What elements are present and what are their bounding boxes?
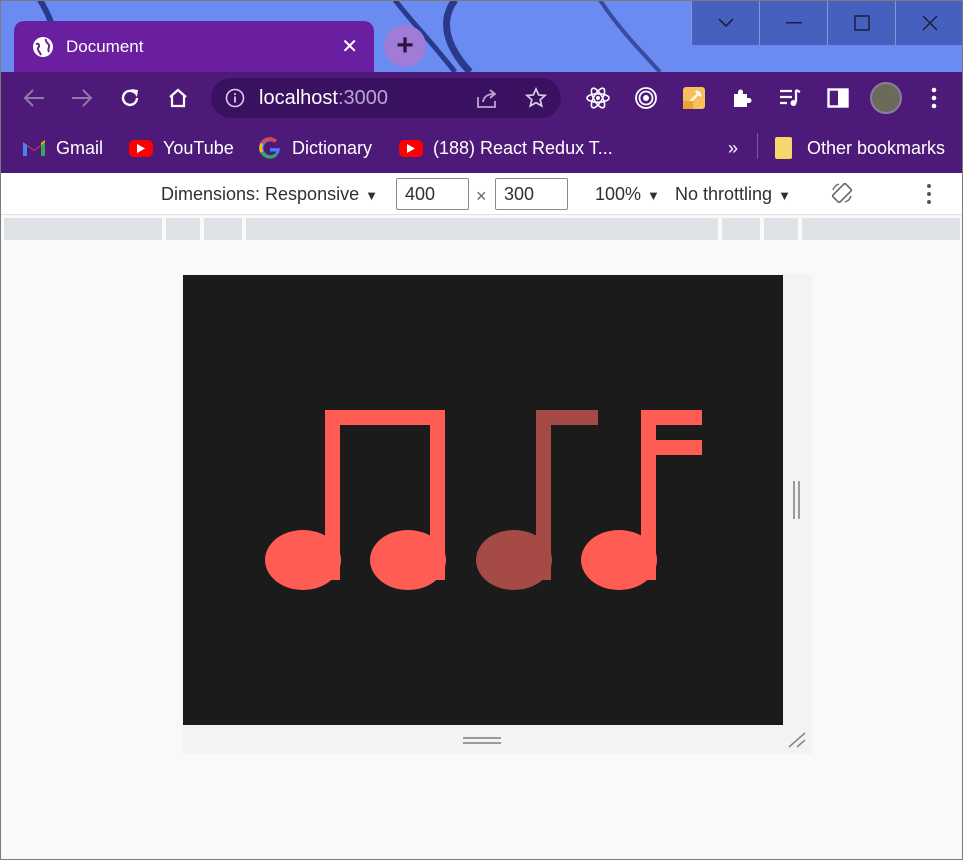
globe-icon (33, 36, 53, 57)
sticky-note-icon (683, 86, 705, 109)
dropdown-arrow-icon: ▼ (365, 188, 378, 203)
tab-document[interactable]: Document ✕ (14, 21, 374, 72)
right-resize-handle[interactable] (793, 481, 801, 519)
browser-toolbar: localhost:3000 (0, 72, 963, 123)
window-controls (691, 0, 963, 45)
corner-resize-handle[interactable] (787, 731, 807, 749)
page-viewport (183, 275, 783, 725)
device-toolbar-menu-button[interactable] (926, 183, 932, 211)
bookmark-react-redux[interactable]: (188) React Redux T... (399, 128, 613, 168)
eighth-note-dim (476, 410, 598, 590)
ruler-segment[interactable] (204, 218, 242, 240)
maximize-icon (853, 14, 870, 31)
ruler-segment[interactable] (4, 218, 162, 240)
zoom-dropdown[interactable]: 100% ▼ (595, 184, 660, 205)
side-panel-button[interactable] (814, 78, 862, 118)
tab-title: Document (66, 36, 144, 56)
minimize-button[interactable] (759, 0, 827, 45)
url-port: :3000 (337, 86, 388, 109)
maximize-button[interactable] (827, 0, 895, 45)
kebab-menu-icon (931, 87, 937, 108)
target-extension[interactable] (622, 78, 670, 118)
ruler-segment[interactable] (722, 218, 760, 240)
device-toolbar: Dimensions: Responsive ▼ × 100% ▼ No throt… (0, 173, 963, 215)
times-sign: × (476, 186, 487, 206)
ruler-segment[interactable] (246, 218, 718, 240)
home-button[interactable] (154, 78, 202, 118)
close-icon (921, 14, 938, 31)
puzzle-icon (734, 89, 752, 107)
gmail-icon (23, 140, 45, 156)
forward-button[interactable] (58, 78, 106, 118)
bookmarks-divider (757, 133, 758, 159)
tab-search-button[interactable] (691, 0, 759, 45)
url-host: localhost (259, 86, 338, 109)
bookmark-gmail[interactable]: Gmail (22, 128, 103, 168)
react-devtools-extension[interactable] (574, 78, 622, 118)
bookmarks-overflow-button[interactable]: » (728, 128, 738, 168)
react-icon (586, 86, 610, 109)
dimensions-label: Dimensions: Responsive (161, 184, 360, 204)
share-icon[interactable] (475, 87, 499, 109)
bookmark-label: (188) React Redux T... (433, 137, 613, 158)
back-button[interactable] (10, 78, 58, 118)
media-controls-button[interactable] (766, 78, 814, 118)
tab-close-button[interactable]: ✕ (341, 34, 358, 59)
close-window-button[interactable] (895, 0, 963, 45)
youtube-icon (129, 139, 153, 157)
reload-icon (121, 88, 139, 106)
bookmark-label: Dictionary (292, 137, 373, 158)
bookmarks-bar: Gmail YouTube Dictionary (188) React Red… (0, 123, 963, 173)
profile-button[interactable] (862, 78, 910, 118)
new-tab-button[interactable]: + (384, 25, 426, 67)
address-bar[interactable]: localhost:3000 (211, 78, 561, 118)
info-icon[interactable] (225, 88, 245, 108)
media-query-ruler (4, 218, 960, 240)
arrow-right-icon (72, 88, 93, 107)
throttling-dropdown[interactable]: No throttling ▼ (675, 184, 791, 205)
bookmark-label: Gmail (56, 137, 104, 158)
avatar (870, 81, 902, 114)
bookmark-other-folder[interactable]: Other bookmarks (775, 128, 945, 168)
target-icon (635, 86, 657, 109)
google-icon (259, 137, 280, 159)
bookmark-youtube[interactable]: YouTube (129, 128, 234, 168)
ruler-segment[interactable] (166, 218, 200, 240)
bookmark-label: YouTube (163, 137, 234, 158)
width-input[interactable] (396, 178, 469, 210)
chevron-double-right-icon: » (728, 137, 739, 158)
ruler-segment[interactable] (764, 218, 798, 240)
dropdown-arrow-icon: ▼ (647, 188, 660, 203)
extensions-button[interactable] (718, 78, 766, 118)
home-icon (169, 88, 187, 107)
reload-button[interactable] (106, 78, 154, 118)
beamed-eighth-notes (265, 410, 446, 590)
bookmark-label: Other bookmarks (807, 137, 946, 158)
rotate-button[interactable] (830, 181, 854, 210)
sixteenth-note (581, 410, 702, 590)
zoom-label: 100% (595, 184, 642, 204)
chevron-down-icon (717, 17, 734, 27)
side-panel-icon (827, 87, 849, 108)
browser-menu-button[interactable] (910, 78, 958, 118)
kebab-menu-icon (927, 184, 931, 204)
dropdown-arrow-icon: ▼ (778, 188, 791, 203)
dimensions-dropdown[interactable]: Dimensions: Responsive ▼ (161, 184, 378, 205)
extensions-area (574, 72, 958, 123)
youtube-icon (399, 139, 423, 157)
rotate-device-icon (831, 182, 853, 204)
bookmark-dictionary[interactable]: Dictionary (258, 128, 372, 168)
bottom-resize-handle[interactable] (463, 737, 501, 745)
folder-icon (775, 137, 792, 159)
playlist-icon (780, 88, 801, 106)
minimize-icon (785, 21, 802, 23)
notes-extension[interactable] (670, 78, 718, 118)
height-input[interactable] (495, 178, 568, 210)
ruler-segment[interactable] (802, 218, 960, 240)
arrow-left-icon (23, 88, 44, 107)
music-notes-illustration (265, 410, 702, 590)
star-icon[interactable] (525, 87, 547, 109)
throttling-label: No throttling (675, 184, 773, 204)
